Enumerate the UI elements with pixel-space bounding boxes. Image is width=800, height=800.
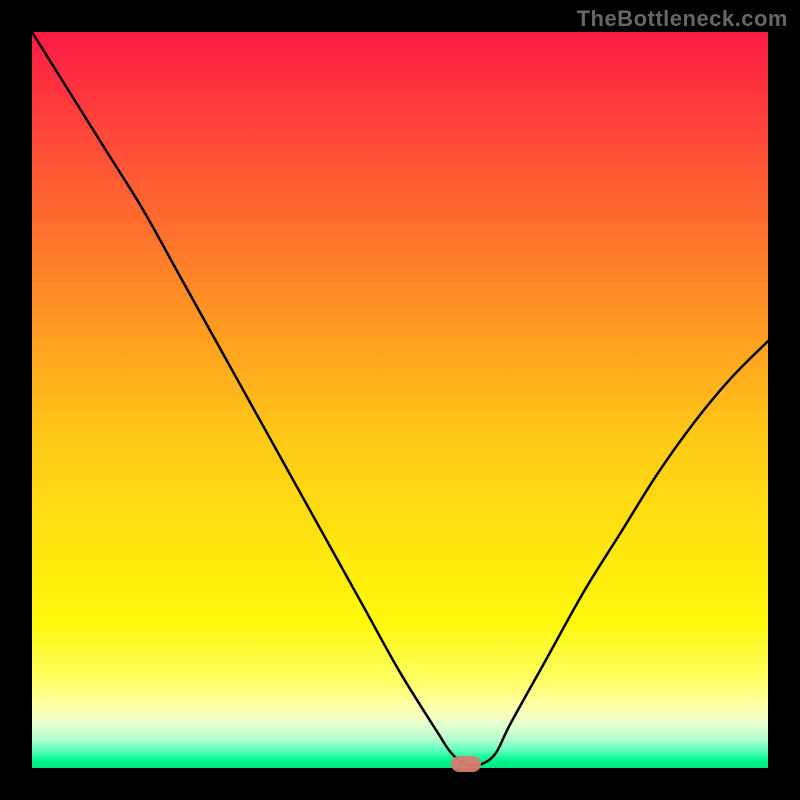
optimal-marker (451, 756, 481, 772)
plot-area (32, 32, 768, 768)
attribution-label: TheBottleneck.com (577, 6, 788, 32)
chart-stage: TheBottleneck.com (0, 0, 800, 800)
bottleneck-curve (32, 32, 768, 768)
